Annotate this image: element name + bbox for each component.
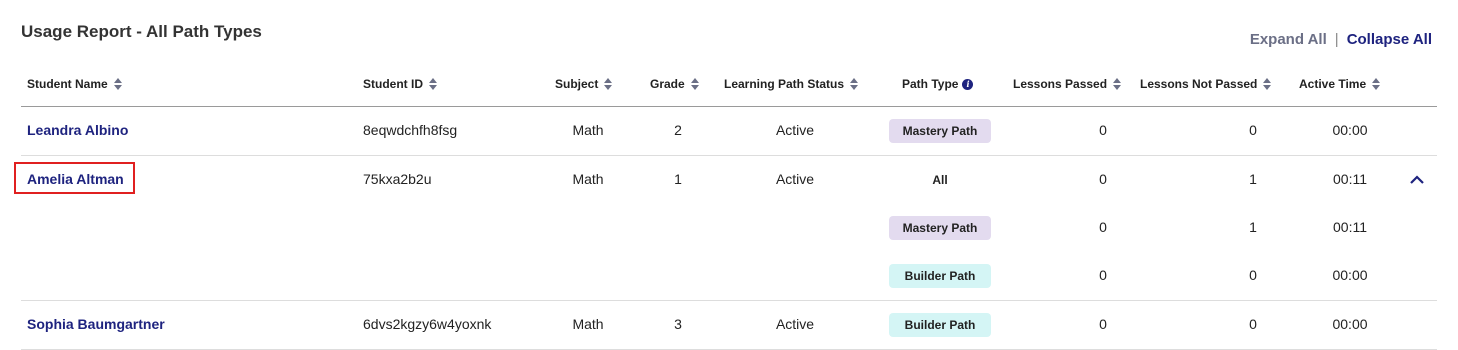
table-header: Student Name Student ID Subject Grade Le…	[21, 60, 1437, 107]
subject: Math	[572, 171, 604, 187]
student-name-link[interactable]: Leandra Albino	[27, 122, 128, 138]
row-line: Sophia Baumgartner 6dvs2kgzy6w4yoxnk Mat…	[21, 301, 1437, 349]
student-name-link[interactable]: Amelia Altman	[27, 171, 124, 187]
lessons-passed: 0	[1099, 219, 1107, 235]
subject: Math	[572, 316, 604, 332]
status: Active	[775, 171, 815, 187]
lessons-passed: 0	[1099, 267, 1107, 283]
path-type-badge: Builder Path	[889, 264, 991, 288]
lessons-not-passed: 1	[1249, 219, 1257, 235]
chevron-up-icon[interactable]	[1409, 172, 1425, 188]
collapse-all-link[interactable]: Collapse All	[1347, 31, 1432, 48]
usage-table: Student Name Student ID Subject Grade Le…	[14, 60, 1437, 350]
col-path-type: Path Type i	[902, 77, 974, 91]
sub-row: Mastery Path 0 1 00:11	[21, 204, 1437, 252]
student-id: 6dvs2kgzy6w4yoxnk	[363, 316, 492, 332]
student-id: 8eqwdchfh8fsg	[363, 122, 458, 138]
col-active-time[interactable]: Active Time	[1299, 77, 1381, 91]
path-type-badge: Mastery Path	[889, 119, 991, 143]
table-row: Amelia Altman 75kxa2b2u Math 1 Active Al…	[14, 156, 1437, 301]
student-name-link[interactable]: Sophia Baumgartner	[27, 316, 165, 332]
status: Active	[775, 316, 815, 332]
col-subject[interactable]: Subject	[555, 77, 613, 91]
path-type-all: All	[932, 173, 948, 187]
lessons-passed: 0	[1099, 122, 1107, 138]
grade: 1	[674, 171, 682, 187]
active-time: 00:11	[1333, 171, 1367, 187]
sort-icon[interactable]	[850, 78, 859, 90]
lessons-not-passed: 0	[1249, 316, 1257, 332]
expand-all-link[interactable]: Expand All	[1250, 31, 1327, 48]
table-row: Leandra Albino 8eqwdchfh8fsg Math 2 Acti…	[21, 107, 1437, 156]
col-lessons-passed[interactable]: Lessons Passed	[1013, 77, 1122, 91]
row-line: Amelia Altman 75kxa2b2u Math 1 Active Al…	[14, 156, 1437, 204]
active-time: 00:00	[1332, 122, 1368, 138]
expand-collapse-controls: Expand All | Collapse All	[1250, 31, 1432, 48]
sort-icon[interactable]	[604, 78, 613, 90]
lessons-not-passed: 0	[1249, 122, 1257, 138]
sort-icon[interactable]	[1372, 78, 1381, 90]
separator: |	[1334, 31, 1339, 48]
lessons-not-passed: 1	[1249, 171, 1257, 187]
sort-icon[interactable]	[1263, 78, 1272, 90]
path-type-badge: Mastery Path	[889, 216, 991, 240]
active-time: 00:11	[1333, 219, 1367, 235]
grade: 3	[674, 316, 682, 332]
col-learning-path-status[interactable]: Learning Path Status	[724, 77, 859, 91]
path-type-badge: Builder Path	[889, 313, 991, 337]
sub-row: Builder Path 0 0 00:00	[21, 252, 1437, 300]
lessons-passed: 0	[1099, 171, 1107, 187]
lessons-passed: 0	[1099, 316, 1107, 332]
page-title: Usage Report - All Path Types	[21, 22, 262, 41]
col-lessons-not-passed[interactable]: Lessons Not Passed	[1140, 77, 1272, 91]
lessons-not-passed: 0	[1249, 267, 1257, 283]
sort-icon[interactable]	[690, 78, 699, 90]
col-grade[interactable]: Grade	[650, 77, 699, 91]
sort-icon[interactable]	[429, 78, 437, 90]
row-line: Leandra Albino 8eqwdchfh8fsg Math 2 Acti…	[21, 107, 1437, 155]
sort-icon[interactable]	[1113, 78, 1122, 90]
status: Active	[775, 122, 815, 138]
table-row: Sophia Baumgartner 6dvs2kgzy6w4yoxnk Mat…	[21, 301, 1437, 350]
grade: 2	[674, 122, 682, 138]
info-icon[interactable]: i	[962, 78, 974, 90]
col-student-name[interactable]: Student Name	[27, 77, 122, 91]
active-time: 00:00	[1332, 267, 1368, 283]
sort-icon[interactable]	[113, 78, 122, 90]
subject: Math	[572, 122, 604, 138]
col-student-id[interactable]: Student ID	[363, 77, 437, 91]
student-id: 75kxa2b2u	[363, 171, 432, 187]
active-time: 00:00	[1332, 316, 1368, 332]
